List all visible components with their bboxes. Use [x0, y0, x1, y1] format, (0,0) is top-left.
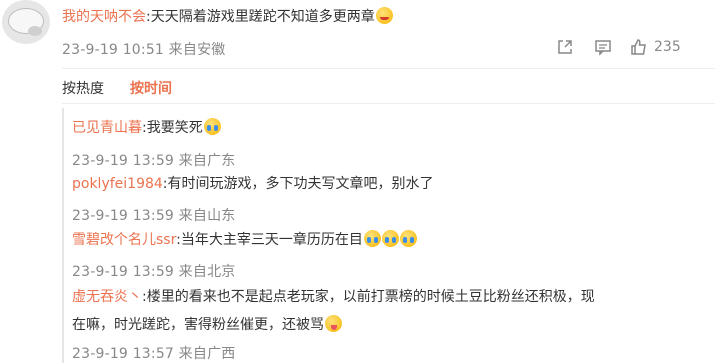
tongue-emoji: [325, 315, 342, 332]
crying-emoji: [363, 230, 381, 247]
post-meta: 23-9-19 10:51 来自安徽: [62, 42, 226, 58]
divider: [62, 103, 715, 104]
share-icon: [558, 40, 572, 54]
reply-thread-line: [62, 108, 64, 363]
face-emoji: [375, 7, 393, 24]
post-username[interactable]: 我的天呐不会: [62, 9, 146, 25]
reply-item: 已见青山暮:我要笑死: [72, 114, 695, 142]
reply-username[interactable]: poklyfei1984: [72, 176, 163, 192]
reply-username[interactable]: 虚无吞炎丶: [72, 289, 142, 305]
sort-by-hot-tab[interactable]: 按热度: [62, 81, 104, 97]
like-count: 235: [654, 39, 681, 55]
comment-button[interactable]: [594, 38, 612, 56]
sort-bar: 按热度 按时间: [62, 78, 172, 98]
post-actions: 235: [556, 36, 681, 58]
reply-meta: 23-9-19 13:59 来自广东: [72, 153, 236, 169]
reply-text-line1: :楼里的看来也不是起点老玩家，以前打票榜的时候土豆比粉丝还积极，现: [142, 289, 595, 305]
reply-text: :我要笑死: [142, 120, 203, 136]
comment-icon: [595, 40, 611, 56]
divider: [62, 68, 715, 69]
reply-meta: 23-9-19 13:59 来自山东: [72, 208, 236, 224]
reply-text: :有时间玩游戏，多下功夫写文章吧，别水了: [162, 176, 434, 192]
crying-emoji: [399, 230, 417, 247]
laugh-cry-emoji: [203, 118, 221, 135]
reply-username[interactable]: 雪碧改个名儿ssr: [72, 232, 176, 248]
avatar[interactable]: [2, 0, 50, 44]
thumbs-up-icon: [631, 39, 646, 55]
like-button[interactable]: 235: [630, 38, 681, 56]
reply-item: 雪碧改个名儿ssr:当年大主宰三天一章历历在目: [72, 226, 695, 254]
post-content: 我的天呐不会:天天隔着游戏里蹉跎不知道多更两章: [62, 6, 393, 26]
share-button[interactable]: [556, 38, 574, 56]
reply-item: 虚无吞炎丶:楼里的看来也不是起点老玩家，以前打票榜的时候土豆比粉丝还积极，现 在…: [72, 283, 692, 339]
sort-by-time-tab[interactable]: 按时间: [130, 78, 172, 98]
post-text: :天天隔着游戏里蹉跎不知道多更两章: [146, 9, 375, 25]
reply-item: poklyfei1984:有时间玩游戏，多下功夫写文章吧，别水了: [72, 170, 695, 198]
reply-meta: 23-9-19 13:59 来自北京: [72, 264, 236, 280]
reply-meta: 23-9-19 13:57 来自广西: [72, 346, 236, 362]
reply-username[interactable]: 已见青山暮: [72, 120, 142, 136]
reply-text: :当年大主宰三天一章历历在目: [176, 232, 363, 248]
reply-text-line2: 在嘛，时光蹉跎，害得粉丝催更，还被骂: [72, 317, 324, 333]
crying-emoji: [381, 230, 399, 247]
